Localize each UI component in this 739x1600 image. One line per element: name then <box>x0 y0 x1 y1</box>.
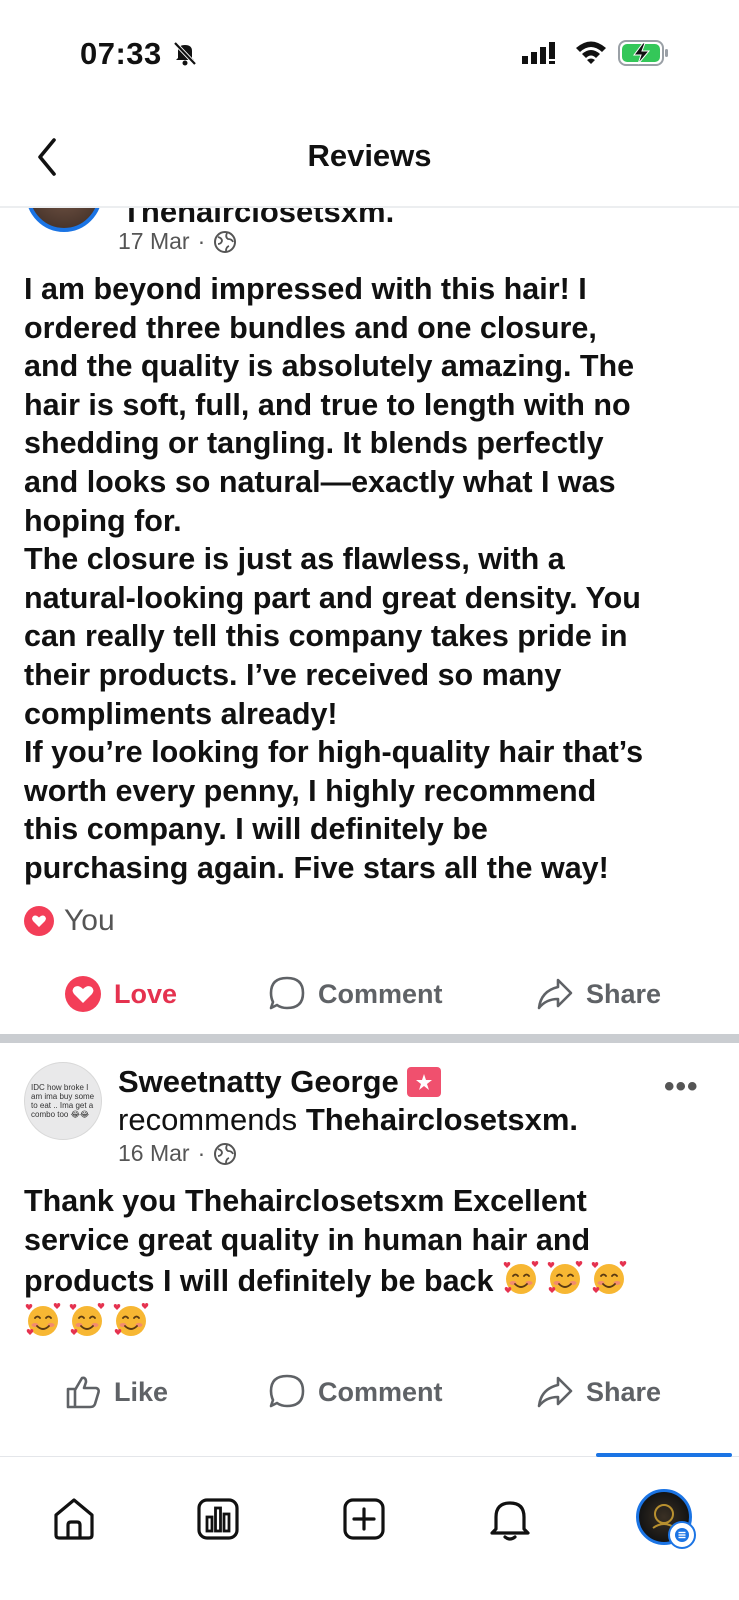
menu-icon[interactable] <box>668 1521 696 1549</box>
post-author-name[interactable]: Thehairclosetsxm. <box>122 208 394 230</box>
post-date[interactable]: 17 Mar <box>118 228 190 255</box>
page-name-link[interactable]: Thehairclosetsxm. <box>306 1102 578 1137</box>
love-button[interactable]: Love <box>64 975 177 1013</box>
meta-separator: · <box>197 228 206 254</box>
cellular-signal-icon <box>522 42 555 64</box>
meta-separator: · <box>197 1140 206 1166</box>
share-icon <box>537 978 573 1010</box>
recommend-badge-icon <box>406 1067 441 1097</box>
post-author-line: Sweetnatty George <box>118 1064 441 1100</box>
comment-icon <box>269 976 305 1010</box>
love-label: Love <box>114 978 178 1009</box>
post-author-avatar[interactable]: IDC how broke I am ima buy some to eat .… <box>24 1062 102 1140</box>
battery-charging-icon <box>618 40 668 66</box>
comment-label: Comment <box>318 1376 443 1407</box>
comment-label: Comment <box>318 978 443 1009</box>
share-button[interactable]: Share <box>536 975 661 1013</box>
post-body: Thank you Thehairclosetsxm Excellent ser… <box>24 1182 717 1342</box>
share-label: Share <box>586 978 662 1009</box>
smiling-face-with-hearts-icon <box>547 1261 583 1295</box>
reviews-feed[interactable]: Thehairclosetsxm. 17 Mar · I am beyond i… <box>0 208 739 1456</box>
status-bar: 07:33 <box>0 0 739 110</box>
smiling-face-with-hearts-icon <box>591 1261 627 1295</box>
post-meta: 16 Mar · <box>118 1140 237 1167</box>
smiling-face-with-hearts-icon <box>113 1302 149 1336</box>
smiling-face-with-hearts-icon <box>25 1302 61 1336</box>
post-date[interactable]: 16 Mar <box>118 1140 190 1167</box>
notifications-icon[interactable] <box>486 1495 534 1543</box>
create-icon[interactable] <box>340 1495 388 1543</box>
heart-icon <box>65 976 101 1012</box>
reaction-summary[interactable]: You <box>24 904 115 938</box>
home-icon[interactable] <box>50 1495 98 1543</box>
globe-icon <box>214 1142 237 1165</box>
reaction-names: You <box>64 904 115 937</box>
post-separator <box>0 1034 739 1043</box>
active-tab-indicator <box>596 1453 732 1457</box>
more-options-button[interactable]: ••• <box>664 1070 699 1104</box>
comment-icon <box>269 1374 305 1408</box>
post-actions: Love Comment Share <box>0 964 739 1024</box>
thumbs-up-icon <box>66 1376 100 1409</box>
comment-button[interactable]: Comment <box>268 1373 443 1411</box>
recommend-text: recommends <box>118 1102 298 1137</box>
wifi-icon <box>576 41 606 64</box>
comment-button[interactable]: Comment <box>268 975 443 1013</box>
post-author-avatar[interactable] <box>26 208 102 232</box>
post-meta: 17 Mar · <box>118 228 237 255</box>
heart-icon <box>24 906 54 936</box>
post-body: I am beyond impressed with this hair! I … <box>24 272 644 885</box>
smiling-face-with-hearts-icon <box>69 1302 105 1336</box>
page-header: Reviews <box>0 110 739 206</box>
dashboard-icon[interactable] <box>194 1495 242 1543</box>
like-button[interactable]: Like <box>64 1373 168 1411</box>
recommend-line: recommends Thehairclosetsxm. <box>118 1102 578 1138</box>
share-button[interactable]: Share <box>536 1373 661 1411</box>
status-time: 07:33 <box>80 36 162 71</box>
post-actions: Like Comment Share <box>0 1362 739 1422</box>
smiling-face-with-hearts-icon <box>503 1261 539 1295</box>
bottom-nav <box>0 1453 739 1600</box>
share-icon <box>537 1376 573 1408</box>
share-label: Share <box>586 1376 662 1407</box>
bell-slash-icon <box>173 41 197 66</box>
avatar-caption: IDC how broke I am ima buy some to eat .… <box>31 1083 95 1119</box>
page-title: Reviews <box>307 138 432 173</box>
like-label: Like <box>114 1376 169 1407</box>
globe-icon <box>214 230 237 253</box>
post-author-name[interactable]: Sweetnatty George <box>118 1064 399 1100</box>
